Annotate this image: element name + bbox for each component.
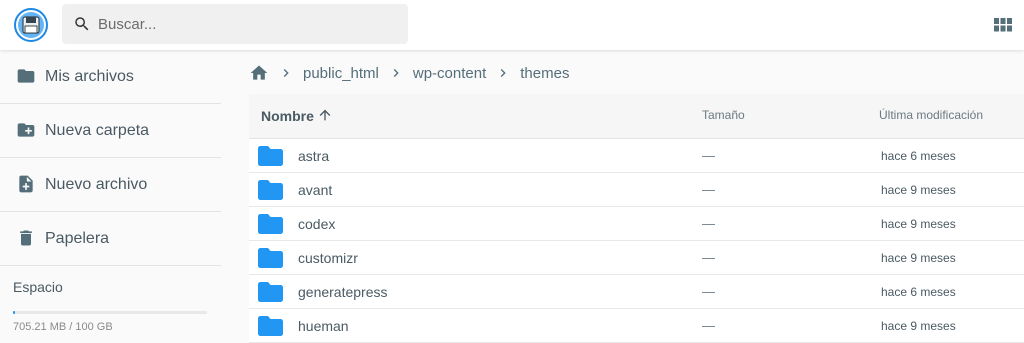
- file-name: avant: [298, 182, 333, 198]
- file-modified: hace 9 meses: [881, 183, 956, 197]
- file-name: astra: [298, 148, 330, 164]
- grid-view-icon[interactable]: [994, 16, 1012, 34]
- folder-icon: [258, 248, 283, 268]
- sort-ascending-icon[interactable]: [317, 107, 333, 123]
- search-icon: [75, 17, 89, 31]
- new-file-icon: [19, 175, 33, 193]
- file-size: —: [702, 250, 715, 265]
- sidebar-item-label: Nueva carpeta: [45, 121, 150, 139]
- column-header-name[interactable]: Nombre: [261, 108, 314, 124]
- file-size: —: [702, 216, 715, 231]
- breadcrumb: public_html wp-content themes: [249, 58, 569, 88]
- chevron-right-icon: [393, 69, 399, 77]
- app-logo-icon[interactable]: [14, 8, 48, 42]
- file-modified: hace 6 meses: [881, 149, 956, 163]
- sidebar-item-trash[interactable]: Papelera: [0, 212, 221, 266]
- column-header-size[interactable]: Tamaño: [702, 108, 745, 122]
- trash-icon: [20, 230, 32, 246]
- sidebar-item-new-folder[interactable]: Nueva carpeta: [0, 104, 221, 158]
- file-name: hueman: [298, 318, 349, 334]
- column-header-modified[interactable]: Última modificación: [879, 108, 983, 122]
- file-name: codex: [298, 216, 336, 232]
- search-box[interactable]: [62, 4, 408, 44]
- file-name: customizr: [298, 250, 358, 266]
- file-modified: hace 9 meses: [881, 319, 956, 333]
- breadcrumb-item[interactable]: public_html: [303, 65, 379, 82]
- chevron-right-icon: [500, 69, 506, 77]
- sidebar-item-label: Nuevo archivo: [45, 175, 148, 193]
- table-row[interactable]: hueman — hace 9 meses: [249, 309, 1024, 343]
- sidebar: Mis archivos Nueva carpeta Nuevo archivo…: [0, 50, 221, 266]
- breadcrumb-item[interactable]: wp-content: [413, 65, 486, 82]
- sidebar-item-label: Papelera: [45, 229, 110, 247]
- storage-progress-fill: [13, 311, 15, 314]
- folder-icon: [258, 282, 283, 302]
- create-folder-icon: [17, 123, 35, 137]
- home-icon[interactable]: [249, 63, 269, 83]
- file-size: —: [702, 318, 715, 333]
- table-body: astra — hace 6 meses avant — hace 9 mese…: [249, 139, 1024, 343]
- folder-icon: [258, 316, 283, 336]
- file-modified: hace 9 meses: [881, 217, 956, 231]
- file-size: —: [702, 148, 715, 163]
- storage-usage: 705.21 MB / 100 GB: [13, 321, 113, 333]
- chevron-right-icon: [283, 69, 289, 77]
- storage-progress-bar: [13, 311, 207, 314]
- file-modified: hace 6 meses: [881, 285, 956, 299]
- search-input[interactable]: [98, 4, 398, 44]
- table-row[interactable]: generatepress — hace 6 meses: [249, 275, 1024, 309]
- sidebar-item-my-files[interactable]: Mis archivos: [0, 50, 221, 104]
- table-row[interactable]: customizr — hace 9 meses: [249, 241, 1024, 275]
- table-header: Nombre Tamaño Última modificación: [249, 94, 1024, 139]
- file-list: Nombre Tamaño Última modificación astra …: [249, 94, 1024, 343]
- file-modified: hace 9 meses: [881, 251, 956, 265]
- table-row[interactable]: astra — hace 6 meses: [249, 139, 1024, 173]
- sidebar-item-label: Mis archivos: [45, 67, 134, 85]
- file-size: —: [702, 284, 715, 299]
- file-name: generatepress: [298, 284, 388, 300]
- top-bar: [0, 0, 1024, 50]
- storage-title: Espacio: [13, 279, 63, 295]
- folder-icon: [258, 180, 283, 200]
- folder-icon: [17, 69, 35, 83]
- table-row[interactable]: avant — hace 9 meses: [249, 173, 1024, 207]
- breadcrumb-item[interactable]: themes: [520, 65, 569, 82]
- folder-icon: [258, 146, 283, 166]
- table-row[interactable]: codex — hace 9 meses: [249, 207, 1024, 241]
- file-size: —: [702, 182, 715, 197]
- sidebar-item-new-file[interactable]: Nuevo archivo: [0, 158, 221, 212]
- folder-icon: [258, 214, 283, 234]
